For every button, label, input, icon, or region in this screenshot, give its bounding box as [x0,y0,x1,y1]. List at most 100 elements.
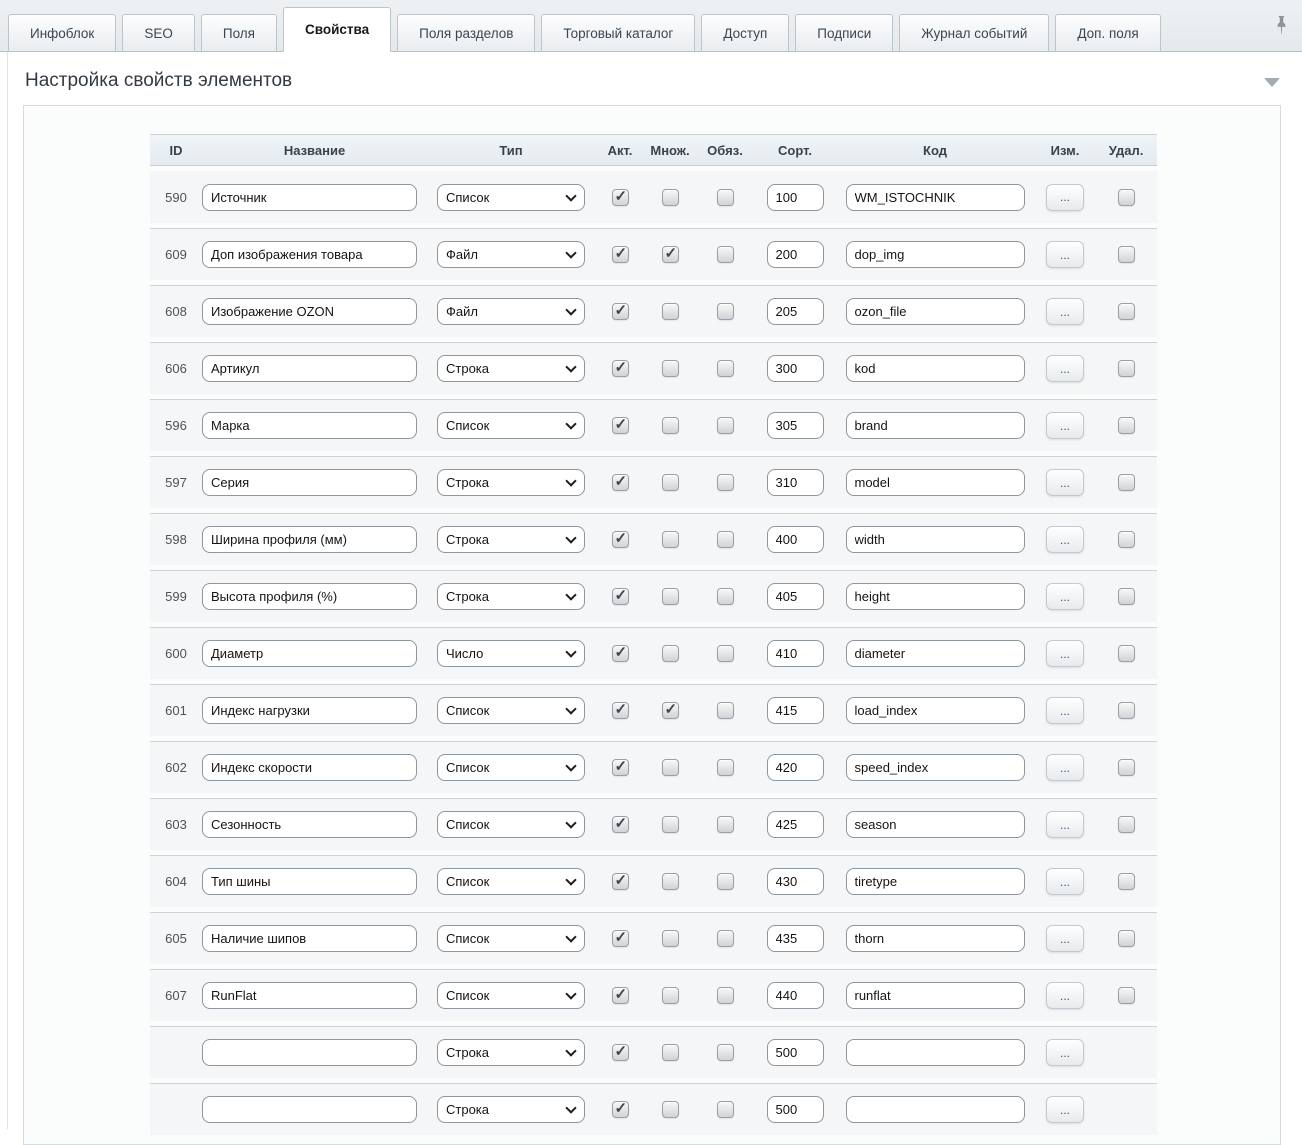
name-input[interactable] [202,298,417,325]
required-checkbox[interactable] [717,1044,734,1061]
sort-input[interactable] [767,811,824,838]
type-select[interactable]: Файл [437,241,585,268]
multiple-checkbox[interactable] [662,873,679,890]
tabbar-tab[interactable]: Доступ [701,14,789,52]
multiple-checkbox[interactable] [662,987,679,1004]
edit-button[interactable]: ... [1046,754,1084,781]
name-input[interactable] [202,583,417,610]
tabbar-tab[interactable]: Журнал событий [899,14,1049,52]
code-input[interactable] [846,583,1025,610]
multiple-checkbox[interactable] [662,702,679,719]
required-checkbox[interactable] [717,246,734,263]
active-checkbox[interactable] [612,246,629,263]
name-input[interactable] [202,526,417,553]
delete-checkbox[interactable] [1118,189,1135,206]
edit-button[interactable]: ... [1046,868,1084,895]
code-input[interactable] [846,868,1025,895]
multiple-checkbox[interactable] [662,1044,679,1061]
edit-button[interactable]: ... [1046,982,1084,1009]
tabbar-tab[interactable]: SEO [122,14,195,52]
edit-button[interactable]: ... [1046,412,1084,439]
delete-checkbox[interactable] [1118,873,1135,890]
active-checkbox[interactable] [612,588,629,605]
active-checkbox[interactable] [612,759,629,776]
name-input[interactable] [202,355,417,382]
tabbar-tab[interactable]: Поля разделов [397,14,535,52]
required-checkbox[interactable] [717,360,734,377]
code-input[interactable] [846,697,1025,724]
active-checkbox[interactable] [612,1044,629,1061]
name-input[interactable] [202,925,417,952]
code-input[interactable] [846,1039,1025,1066]
sort-input[interactable] [767,241,824,268]
sort-input[interactable] [767,583,824,610]
edit-button[interactable]: ... [1046,526,1084,553]
type-select[interactable]: Строка [437,355,585,382]
name-input[interactable] [202,811,417,838]
required-checkbox[interactable] [717,702,734,719]
sort-input[interactable] [767,754,824,781]
tabbar-tab[interactable]: Свойства [283,7,391,52]
edit-button[interactable]: ... [1046,298,1084,325]
code-input[interactable] [846,754,1025,781]
delete-checkbox[interactable] [1118,702,1135,719]
name-input[interactable] [202,868,417,895]
edit-button[interactable]: ... [1046,583,1084,610]
type-select[interactable]: Строка [437,469,585,496]
type-select[interactable]: Список [437,754,585,781]
active-checkbox[interactable] [612,645,629,662]
delete-checkbox[interactable] [1118,531,1135,548]
tabbar-tab[interactable]: Инфоблок [8,14,116,52]
active-checkbox[interactable] [612,873,629,890]
delete-checkbox[interactable] [1118,645,1135,662]
active-checkbox[interactable] [612,987,629,1004]
edit-button[interactable]: ... [1046,355,1084,382]
delete-checkbox[interactable] [1118,474,1135,491]
sort-input[interactable] [767,355,824,382]
multiple-checkbox[interactable] [662,816,679,833]
edit-button[interactable]: ... [1046,925,1084,952]
type-select[interactable]: Список [437,412,585,439]
required-checkbox[interactable] [717,759,734,776]
active-checkbox[interactable] [612,360,629,377]
code-input[interactable] [846,241,1025,268]
type-select[interactable]: Список [437,697,585,724]
sort-input[interactable] [767,982,824,1009]
required-checkbox[interactable] [717,474,734,491]
type-select[interactable]: Список [437,184,585,211]
edit-button[interactable]: ... [1046,184,1084,211]
name-input[interactable] [202,184,417,211]
required-checkbox[interactable] [717,1101,734,1118]
multiple-checkbox[interactable] [662,417,679,434]
name-input[interactable] [202,1096,417,1123]
code-input[interactable] [846,1096,1025,1123]
required-checkbox[interactable] [717,987,734,1004]
delete-checkbox[interactable] [1118,759,1135,776]
code-input[interactable] [846,184,1025,211]
required-checkbox[interactable] [717,873,734,890]
code-input[interactable] [846,412,1025,439]
chevron-down-icon[interactable] [1264,78,1280,87]
required-checkbox[interactable] [717,417,734,434]
code-input[interactable] [846,298,1025,325]
type-select[interactable]: Строка [437,583,585,610]
active-checkbox[interactable] [612,303,629,320]
sort-input[interactable] [767,298,824,325]
delete-checkbox[interactable] [1118,987,1135,1004]
edit-button[interactable]: ... [1046,640,1084,667]
required-checkbox[interactable] [717,303,734,320]
sort-input[interactable] [767,868,824,895]
active-checkbox[interactable] [612,1101,629,1118]
active-checkbox[interactable] [612,417,629,434]
sort-input[interactable] [767,1039,824,1066]
type-select[interactable]: Строка [437,1039,585,1066]
multiple-checkbox[interactable] [662,1101,679,1118]
pin-icon[interactable] [1275,16,1288,40]
multiple-checkbox[interactable] [662,360,679,377]
tabbar-tab[interactable]: Поля [201,14,277,52]
edit-button[interactable]: ... [1046,697,1084,724]
required-checkbox[interactable] [717,189,734,206]
multiple-checkbox[interactable] [662,474,679,491]
multiple-checkbox[interactable] [662,759,679,776]
sort-input[interactable] [767,184,824,211]
